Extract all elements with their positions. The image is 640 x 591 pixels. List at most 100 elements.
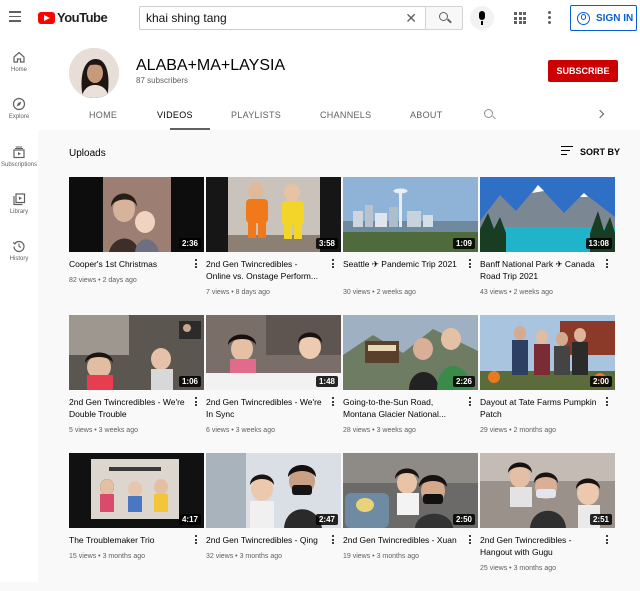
search-button[interactable] — [425, 6, 463, 30]
video-title[interactable]: Banff National Park ✈ Canada Road Trip 2… — [480, 258, 598, 282]
video-duration: 3:58 — [315, 238, 338, 249]
video-title[interactable]: 2nd Gen Twincredibles - Online vs. Onsta… — [206, 258, 324, 282]
clear-search-icon[interactable]: ✕ — [405, 10, 417, 27]
sidebar-label: Explore — [8, 114, 30, 120]
video-title[interactable]: 2nd Gen Twincredibles - We're Double Tro… — [69, 396, 187, 420]
video-title[interactable]: Going-to-the-Sun Road, Montana Glacier N… — [343, 396, 461, 420]
video-thumbnail[interactable]: 1:06 — [69, 315, 204, 390]
tab-home[interactable]: HOME — [89, 110, 117, 120]
video-title[interactable]: The Troublemaker Trio — [69, 534, 187, 546]
youtube-logo[interactable]: YouTube — [38, 10, 108, 25]
account-icon — [577, 11, 590, 25]
menu-icon[interactable] — [9, 11, 21, 22]
video-more-icon[interactable] — [469, 259, 472, 270]
video-more-icon[interactable] — [195, 397, 198, 408]
top-bar: YouTube ✕ SIGN IN — [0, 0, 640, 36]
settings-more-icon[interactable] — [548, 11, 552, 26]
video-duration: 4:17 — [178, 514, 201, 525]
video-thumbnail[interactable]: 2:36 — [69, 177, 204, 252]
video-meta: 19 views • 3 months ago — [343, 553, 419, 560]
video-meta: 28 views • 3 weeks ago — [343, 427, 416, 434]
tab-about[interactable]: ABOUT — [410, 110, 443, 120]
tab-playlists[interactable]: PLAYLISTS — [231, 110, 281, 120]
video-card[interactable]: 2:36 Cooper's 1st Christmas 82 views • 2… — [69, 177, 204, 315]
chevron-right-icon[interactable] — [595, 109, 605, 119]
video-more-icon[interactable] — [195, 535, 198, 546]
video-more-icon[interactable] — [606, 259, 609, 270]
video-card[interactable]: 13:08 Banff National Park ✈ Canada Road … — [480, 177, 615, 315]
video-duration: 2:47 — [315, 514, 338, 525]
video-card[interactable]: 2:00 Dayout at Tate Farms Pumpkin Patch … — [480, 315, 615, 453]
video-more-icon[interactable] — [195, 259, 198, 270]
video-title[interactable]: 2nd Gen Twincredibles - Xuan — [343, 534, 461, 546]
video-card[interactable]: 3:58 2nd Gen Twincredibles - Online vs. … — [206, 177, 341, 315]
video-thumbnail[interactable]: 2:47 — [206, 453, 341, 528]
video-more-icon[interactable] — [606, 397, 609, 408]
video-card[interactable]: 1:09 Seattle ✈ Pandemic Trip 2021 30 vie… — [343, 177, 478, 315]
video-duration: 2:00 — [589, 376, 612, 387]
video-card[interactable]: 2:51 2nd Gen Twincredibles - Hangout wit… — [480, 453, 615, 591]
sidebar-item-subscriptions[interactable]: Subscriptions — [0, 145, 38, 168]
tab-videos[interactable]: VIDEOS — [157, 110, 193, 120]
youtube-play-icon — [38, 11, 55, 24]
sidebar-item-explore[interactable]: Explore — [0, 97, 38, 120]
sort-by-button[interactable]: SORT BY — [561, 146, 620, 157]
video-duration: 2:50 — [452, 514, 475, 525]
voice-search-button[interactable] — [470, 6, 494, 30]
search-icon — [439, 12, 448, 21]
subscriptions-icon — [13, 146, 25, 159]
sidebar-item-library[interactable]: Library — [0, 192, 38, 215]
video-card[interactable]: 2:47 2nd Gen Twincredibles - Qing 32 vie… — [206, 453, 341, 591]
video-meta: 7 views • 8 days ago — [206, 289, 270, 296]
video-card[interactable]: 1:48 2nd Gen Twincredibles - We're In Sy… — [206, 315, 341, 453]
video-title[interactable]: Seattle ✈ Pandemic Trip 2021 — [343, 258, 461, 270]
video-thumbnail[interactable]: 2:50 — [343, 453, 478, 528]
video-more-icon[interactable] — [332, 397, 335, 408]
sidebar-label: Home — [10, 67, 27, 73]
video-thumbnail[interactable]: 4:17 — [69, 453, 204, 528]
tab-channels[interactable]: CHANNELS — [320, 110, 371, 120]
video-meta: 82 views • 2 days ago — [69, 277, 137, 284]
video-meta: 29 views • 2 months ago — [480, 427, 556, 434]
video-card[interactable]: 4:17 The Troublemaker Trio 15 views • 3 … — [69, 453, 204, 591]
sidebar-item-history[interactable]: History — [0, 239, 38, 262]
video-thumbnail[interactable]: 3:58 — [206, 177, 341, 252]
video-card[interactable]: 1:06 2nd Gen Twincredibles - We're Doubl… — [69, 315, 204, 453]
search-input[interactable] — [140, 11, 400, 25]
subscribe-button[interactable]: SUBSCRIBE — [548, 60, 618, 82]
video-meta: 43 views • 2 weeks ago — [480, 289, 553, 296]
video-thumbnail[interactable]: 13:08 — [480, 177, 615, 252]
video-title[interactable]: 2nd Gen Twincredibles - Hangout with Gug… — [480, 534, 598, 558]
video-duration: 1:48 — [315, 376, 338, 387]
sidebar-item-home[interactable]: Home — [0, 50, 38, 73]
video-title[interactable]: 2nd Gen Twincredibles - Qing — [206, 534, 324, 546]
channel-avatar[interactable] — [69, 48, 119, 98]
video-more-icon[interactable] — [332, 259, 335, 270]
channel-search-icon[interactable] — [484, 109, 493, 118]
video-thumbnail[interactable]: 2:51 — [480, 453, 615, 528]
video-thumbnail[interactable]: 2:00 — [480, 315, 615, 390]
sign-in-button[interactable]: SIGN IN — [570, 5, 637, 31]
video-more-icon[interactable] — [332, 535, 335, 546]
video-more-icon[interactable] — [469, 535, 472, 546]
apps-grid-icon[interactable] — [514, 12, 526, 24]
sort-label: SORT BY — [580, 146, 621, 157]
video-thumbnail[interactable]: 1:48 — [206, 315, 341, 390]
history-icon — [12, 240, 25, 253]
video-duration: 2:26 — [452, 376, 475, 387]
active-tab-indicator — [170, 128, 210, 130]
video-thumbnail[interactable]: 1:09 — [343, 177, 478, 252]
video-more-icon[interactable] — [469, 397, 472, 408]
channel-tabs: HOME VIDEOS PLAYLISTS CHANNELS ABOUT — [38, 106, 640, 130]
video-duration: 1:09 — [452, 238, 475, 249]
video-title[interactable]: 2nd Gen Twincredibles - We're In Sync — [206, 396, 324, 420]
video-title[interactable]: Dayout at Tate Farms Pumpkin Patch — [480, 396, 598, 420]
video-meta: 15 views • 3 months ago — [69, 553, 145, 560]
video-more-icon[interactable] — [606, 535, 609, 546]
search-box[interactable]: ✕ — [139, 6, 426, 30]
video-card[interactable]: 2:50 2nd Gen Twincredibles - Xuan 19 vie… — [343, 453, 478, 591]
video-title[interactable]: Cooper's 1st Christmas — [69, 258, 187, 270]
video-meta: 6 views • 3 weeks ago — [206, 427, 275, 434]
video-thumbnail[interactable]: 2:26 — [343, 315, 478, 390]
video-card[interactable]: 2:26 Going-to-the-Sun Road, Montana Glac… — [343, 315, 478, 453]
